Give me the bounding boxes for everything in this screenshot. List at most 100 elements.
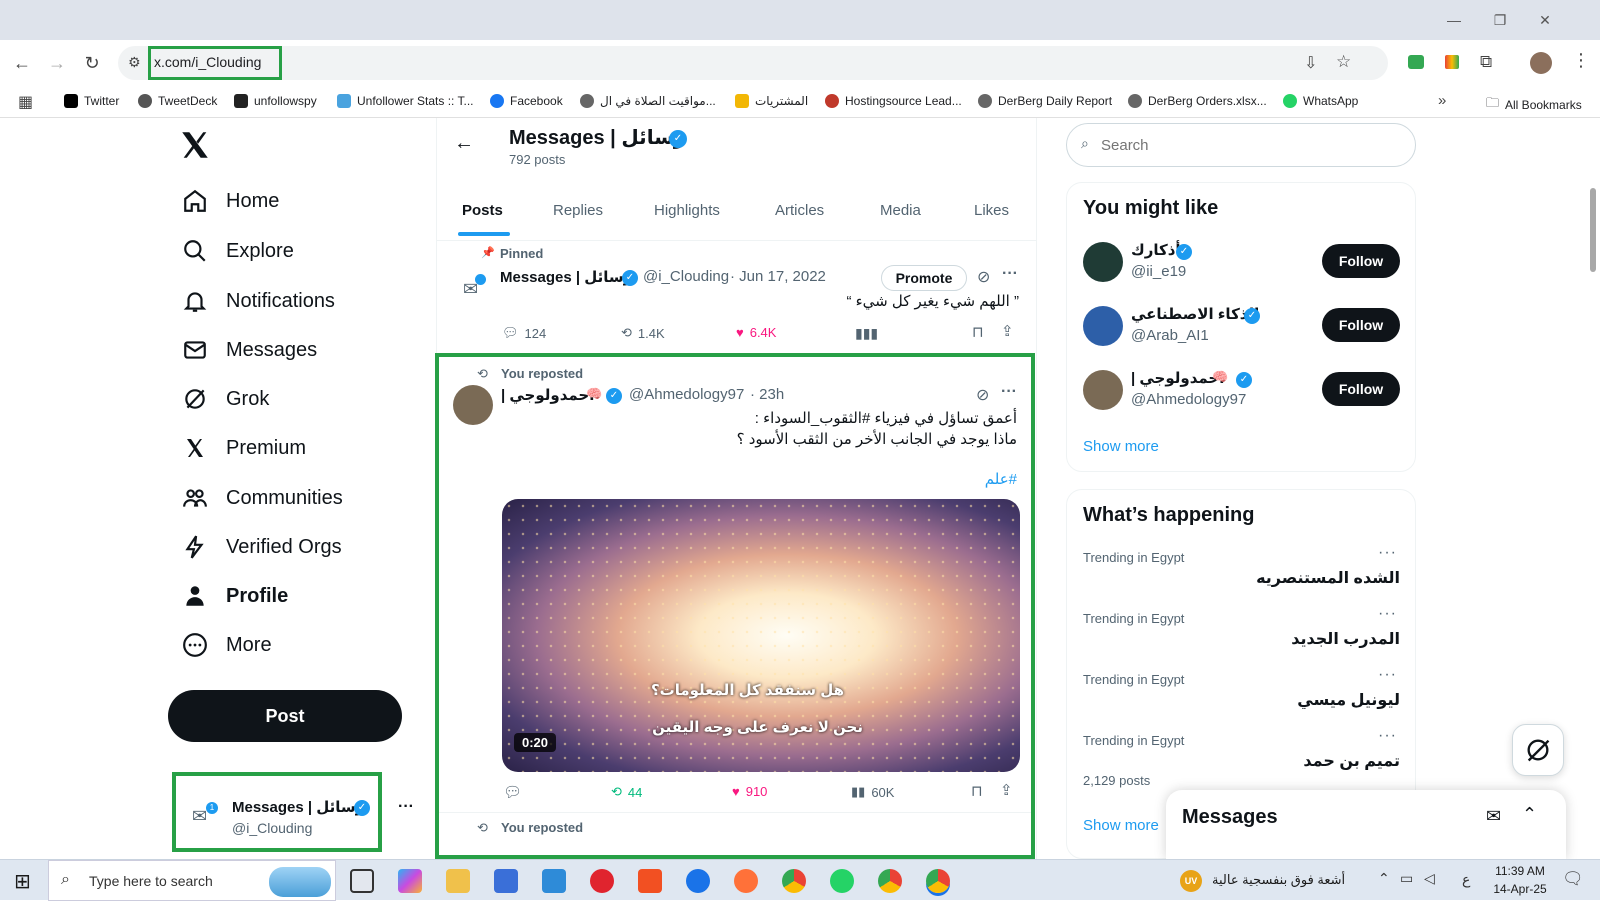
clock-date[interactable]: 14-Apr-25	[1492, 882, 1548, 896]
star-icon[interactable]: ☆	[1336, 52, 1351, 72]
site-info-icon[interactable]: ⚙	[128, 54, 141, 71]
author-avatar[interactable]	[453, 385, 493, 425]
search-box[interactable]: ⌕	[1066, 123, 1416, 167]
follow-button[interactable]: Follow	[1322, 308, 1400, 342]
trend-title[interactable]: تميم بن حمد	[1303, 751, 1400, 771]
file-explorer-icon[interactable]	[446, 869, 470, 893]
bookmark-twitter[interactable]: Twitter	[64, 94, 119, 108]
bookmark-unfollowspy[interactable]: unfollowspy	[234, 94, 317, 108]
post-date[interactable]: · Jun 17, 2022	[730, 268, 826, 285]
close-icon[interactable]: ✕	[1535, 10, 1555, 30]
suggested-avatar[interactable]	[1083, 370, 1123, 410]
bookmark-derberg-daily[interactable]: DerBerg Daily Report	[978, 94, 1112, 108]
volume-icon[interactable]: ◁	[1424, 870, 1435, 887]
language-indicator[interactable]: ع	[1462, 871, 1470, 888]
trend-more-icon[interactable]: ···	[1378, 727, 1397, 745]
pinned-post[interactable]: 📌 Pinned ✉ Messages | رسائل ✓ @i_Cloudin…	[437, 241, 1036, 353]
nav-messages[interactable]: Messages	[180, 330, 317, 370]
post-time[interactable]: · 23h	[750, 386, 784, 403]
chrome-icon[interactable]	[926, 869, 950, 893]
address-bar[interactable]: ⚙ x.com/i_Clouding ⇩ ☆	[118, 46, 1388, 80]
bookmark-unfollower-stats[interactable]: Unfollower Stats :: T...	[337, 94, 474, 108]
tab-likes[interactable]: Likes	[974, 202, 1009, 219]
post-more-icon[interactable]: ···	[1001, 383, 1017, 401]
nav-more[interactable]: More	[180, 625, 272, 665]
share-icon[interactable]: ⇪	[1000, 781, 1013, 799]
new-message-icon[interactable]: ✉	[1486, 806, 1501, 827]
nav-notifications[interactable]: Notifications	[180, 281, 335, 321]
apps-icon[interactable]: ▦	[18, 92, 33, 112]
follow-button[interactable]: Follow	[1322, 244, 1400, 278]
all-bookmarks[interactable]: 🗀 All Bookmarks	[1486, 94, 1582, 116]
app-icon[interactable]	[542, 869, 566, 893]
post-button[interactable]: Post	[168, 690, 402, 742]
bookmark-derberg-orders[interactable]: DerBerg Orders.xlsx...	[1128, 94, 1267, 108]
reply-icon[interactable]: 💬︎	[503, 783, 522, 801]
post-more-icon[interactable]: ···	[1002, 265, 1018, 283]
suggested-name[interactable]: الذكاء الاصطناعي	[1131, 305, 1259, 323]
reload-icon[interactable]: ↻	[80, 51, 104, 75]
more-bookmarks-icon[interactable]: »	[1438, 92, 1446, 109]
firefox-icon[interactable]	[734, 869, 758, 893]
trend-title[interactable]: الشده المستنصريه	[1256, 568, 1400, 588]
whatsapp-icon[interactable]	[830, 869, 854, 893]
back-icon[interactable]: ←	[10, 51, 34, 75]
chevron-up-icon[interactable]: ⌃	[1522, 804, 1537, 825]
trend-more-icon[interactable]: ···	[1378, 544, 1397, 562]
show-more-link[interactable]: Show more	[1083, 817, 1159, 834]
reposted-post[interactable]: ⟲ You reposted احمدولوجي | 🧠 ✓ @Ahmedolo…	[435, 353, 1035, 859]
trend-more-icon[interactable]: ···	[1378, 605, 1397, 623]
promote-button[interactable]: Promote	[881, 265, 967, 291]
bookmark-icon[interactable]: ⊓	[971, 782, 983, 800]
task-view-icon[interactable]	[350, 869, 374, 893]
share-icon[interactable]: ⇪	[1001, 322, 1014, 340]
bookmark-hostingsource[interactable]: Hostingsource Lead...	[825, 94, 962, 108]
grok-icon[interactable]: ⊘	[977, 267, 990, 287]
x-logo-icon[interactable]	[178, 128, 212, 162]
bookmark-icon[interactable]: ⊓	[972, 323, 984, 341]
nav-premium[interactable]: Premium	[180, 428, 306, 468]
chrome-icon[interactable]	[782, 869, 806, 893]
bookmark-purchases[interactable]: المشتريات	[735, 94, 808, 108]
extension-icon[interactable]	[1408, 55, 1424, 69]
install-app-icon[interactable]: ⇩	[1304, 53, 1317, 73]
messages-drawer[interactable]: Messages ✉ ⌃	[1166, 790, 1566, 859]
tab-posts[interactable]: Posts	[462, 202, 503, 219]
grok-icon[interactable]: ⊘	[976, 385, 989, 405]
views-icon[interactable]: ▮▮▮	[855, 325, 878, 342]
account-switcher[interactable]: ✉ 1 Messages | رسائل ✓ @i_Clouding	[172, 772, 382, 852]
tab-articles[interactable]: Articles	[775, 202, 824, 219]
app-icon[interactable]	[686, 869, 710, 893]
video-player[interactable]: هل سنفقد كل المعلومات؟ نحن لا نعرف على و…	[502, 499, 1020, 772]
tab-highlights[interactable]: Highlights	[654, 202, 720, 219]
like-stat[interactable]: ♥ 6.4K	[736, 325, 776, 340]
post-author-name[interactable]: Messages | رسائل	[500, 268, 632, 286]
trend-title[interactable]: المدرب الجديد	[1291, 629, 1400, 649]
grok-floating-button[interactable]	[1512, 724, 1564, 776]
hashtag-link[interactable]: #علم	[985, 470, 1017, 488]
copilot-icon[interactable]	[398, 869, 422, 893]
notifications-icon[interactable]: 🗨︎	[1562, 869, 1584, 889]
tray-chevron-up-icon[interactable]: ⌃	[1378, 870, 1390, 887]
extension-icon[interactable]	[1445, 55, 1459, 69]
reply-stat[interactable]: 💬︎ 124	[502, 325, 546, 341]
nav-verified-orgs[interactable]: Verified Orgs	[180, 527, 342, 567]
nav-grok[interactable]: Grok	[180, 379, 269, 419]
bookmark-facebook[interactable]: Facebook	[490, 94, 563, 108]
tab-media[interactable]: Media	[880, 202, 921, 219]
extensions-icon[interactable]: ⧉	[1480, 52, 1492, 72]
post-author-name[interactable]: احمدولوجي |	[501, 386, 594, 404]
suggested-name[interactable]: أذكارك	[1131, 241, 1181, 259]
brave-icon[interactable]	[638, 869, 662, 893]
trend-title[interactable]: ليونيل ميسي	[1297, 690, 1400, 710]
bookmark-whatsapp[interactable]: WhatsApp	[1283, 94, 1358, 108]
chrome-icon[interactable]	[878, 869, 902, 893]
windows-start-icon[interactable]: ⊞	[14, 869, 31, 894]
tab-replies[interactable]: Replies	[553, 202, 603, 219]
forward-icon[interactable]: →	[45, 51, 69, 75]
nav-communities[interactable]: Communities	[180, 478, 343, 518]
account-more-icon[interactable]: ···	[398, 798, 414, 816]
nav-profile[interactable]: Profile	[180, 576, 288, 616]
follow-button[interactable]: Follow	[1322, 372, 1400, 406]
back-arrow-icon[interactable]: ←	[454, 132, 474, 155]
